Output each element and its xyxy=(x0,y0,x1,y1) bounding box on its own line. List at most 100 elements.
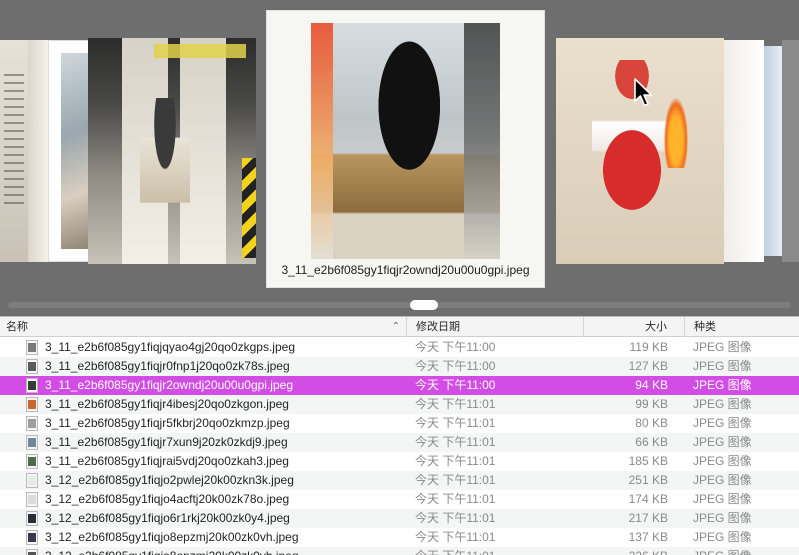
file-date: 今天 下午11:01 xyxy=(415,547,495,555)
file-name: 3_11_e2b6f085gy1fiqjr0fnp1j20qo0zk78s.jp… xyxy=(45,359,290,373)
file-date: 今天 下午11:01 xyxy=(415,511,496,525)
table-row[interactable]: 3_12_e2b6f085gy1fiqjo2pwlej20k00zkn3k.jp… xyxy=(0,471,799,490)
file-kind: JPEG 图像 xyxy=(693,397,752,411)
jpeg-file-icon xyxy=(26,454,38,469)
cover-thumbnail[interactable] xyxy=(88,38,256,264)
cover-thumbnail[interactable] xyxy=(724,40,764,262)
file-kind: JPEG 图像 xyxy=(693,416,752,430)
cover-photo-detail xyxy=(664,98,688,168)
file-thumbnail xyxy=(28,362,36,371)
file-date: 今天 下午11:00 xyxy=(415,359,496,373)
file-size: 226 KB xyxy=(583,547,668,555)
table-row[interactable]: 3_11_e2b6f085gy1fiqjr0fnp1j20qo0zk78s.jp… xyxy=(0,357,799,376)
file-kind: JPEG 图像 xyxy=(693,473,752,487)
table-row[interactable]: 3_12_e2b6f085gy1fiqjo8epzmj20k00zk0vh.jp… xyxy=(0,528,799,547)
file-name: 3_11_e2b6f085gy1fiqjrai5vdj20qo0zkah3.jp… xyxy=(45,454,289,468)
table-row[interactable]: 3_11_e2b6f085gy1fiqjr7xun9j20zk0zkdj9.jp… xyxy=(0,433,799,452)
jpeg-file-icon xyxy=(26,359,38,374)
jpeg-file-icon xyxy=(26,473,38,488)
file-kind: JPEG 图像 xyxy=(693,340,752,354)
table-row[interactable]: 3_11_e2b6f085gy1fiqjr2owndj20u00u0gpi.jp… xyxy=(0,376,799,395)
file-date: 今天 下午11:00 xyxy=(415,340,496,354)
file-list[interactable]: 3_11_e2b6f085gy1fiqjqyao4gj20qo0zkgps.jp… xyxy=(0,338,799,555)
file-size: 119 KB xyxy=(629,340,668,354)
file-thumbnail xyxy=(28,457,36,466)
file-kind: JPEG 图像 xyxy=(693,378,752,392)
jpeg-file-icon xyxy=(26,435,38,450)
file-name: 3_11_e2b6f085gy1fiqjr4ibesj20qo0zkgon.jp… xyxy=(45,397,289,411)
file-size: 174 KB xyxy=(628,492,668,506)
cover-photo-detail xyxy=(140,98,190,228)
file-thumbnail xyxy=(28,400,36,409)
file-kind: JPEG 图像 xyxy=(693,454,752,468)
column-header-name[interactable]: 名称 ⌃ xyxy=(6,317,404,337)
cover-caption: 3_11_e2b6f085gy1fiqjr2owndj20u00u0gpi.jp… xyxy=(281,263,530,277)
coverflow-scroll-thumb[interactable] xyxy=(410,300,438,310)
cover-thumbnail[interactable] xyxy=(556,38,724,264)
file-name: 3_12_e2b6f085gy1fiqjo4acftj20k00zk78o.jp… xyxy=(45,492,290,506)
file-thumbnail xyxy=(28,438,36,447)
mouse-pointer-icon xyxy=(634,78,653,107)
jpeg-file-icon xyxy=(26,530,38,545)
cover-flow[interactable]: 3_11_e2b6f085gy1fiqjr2owndj20u00u0gpi.jp… xyxy=(0,0,799,316)
file-size: 66 KB xyxy=(635,435,668,449)
file-size: 185 KB xyxy=(628,454,668,468)
column-name-label: 名称 xyxy=(6,321,28,333)
cover-thumbnail[interactable] xyxy=(28,40,48,262)
table-row[interactable]: 3_11_e2b6f085gy1fiqjr4ibesj20qo0zkgon.jp… xyxy=(0,395,799,414)
jpeg-file-icon xyxy=(26,397,38,412)
file-name: 3_12_e2b6f085gy1fiqjo6r1rkj20k00zk0y4.jp… xyxy=(45,511,290,525)
file-thumbnail xyxy=(28,495,36,504)
jpeg-file-icon xyxy=(26,416,38,431)
table-row[interactable]: 3_11_e2b6f085gy1fiqjr5fkbrj20qo0zkmzp.jp… xyxy=(0,414,799,433)
cover-photo-detail xyxy=(154,44,246,58)
table-row[interactable]: 3_11_e2b6f085gy1fiqjrai5vdj20qo0zkah3.jp… xyxy=(0,452,799,471)
jpeg-file-icon xyxy=(26,511,38,526)
file-thumbnail xyxy=(28,514,36,523)
cover-photo xyxy=(311,23,500,259)
file-name: 3_11_e2b6f085gy1fiqjr2owndj20u00u0gpi.jp… xyxy=(45,378,293,392)
column-header-size[interactable]: 大小 xyxy=(583,317,683,337)
file-size: 217 KB xyxy=(628,511,668,525)
cover-text-lines xyxy=(4,74,24,204)
jpeg-file-icon xyxy=(26,340,38,355)
file-size: 127 KB xyxy=(628,359,668,373)
cover-photo-detail xyxy=(242,158,256,258)
file-thumbnail xyxy=(28,533,36,542)
coverflow-scrollbar[interactable] xyxy=(8,302,791,308)
file-name: 3_12_e2b6f085gy1fiqjo8epzmj20k00zk0vh.jp… xyxy=(45,530,299,544)
file-name: 3_12_e2b6f085gy1fiqjo8epzmj20k00zk0vh.jp… xyxy=(45,547,299,555)
table-row[interactable]: 3_12_e2b6f085gy1fiqjo8epzmj20k00zk0vh.jp… xyxy=(0,547,799,555)
file-date: 今天 下午11:01 xyxy=(415,435,496,449)
cover-photo-detail xyxy=(592,60,672,260)
file-kind: JPEG 图像 xyxy=(693,359,752,373)
file-date: 今天 下午11:01 xyxy=(415,397,496,411)
file-size: 251 KB xyxy=(628,473,668,487)
file-kind: JPEG 图像 xyxy=(693,492,752,506)
file-name: 3_11_e2b6f085gy1fiqjr7xun9j20zk0zkdj9.jp… xyxy=(45,435,288,449)
table-row[interactable]: 3_12_e2b6f085gy1fiqjo4acftj20k00zk78o.jp… xyxy=(0,490,799,509)
file-date: 今天 下午11:01 xyxy=(415,530,496,544)
cover-thumbnail[interactable] xyxy=(782,40,799,262)
table-row[interactable]: 3_12_e2b6f085gy1fiqjo6r1rkj20k00zk0y4.jp… xyxy=(0,509,799,528)
sort-ascending-icon: ⌃ xyxy=(391,321,400,332)
file-name: 3_12_e2b6f085gy1fiqjo2pwlej20k00zkn3k.jp… xyxy=(45,473,294,487)
cover-thumbnail[interactable] xyxy=(0,40,28,262)
list-header: 名称 ⌃ 修改日期 大小 种类 xyxy=(0,316,799,337)
file-size: 80 KB xyxy=(635,416,668,430)
table-row[interactable]: 3_11_e2b6f085gy1fiqjqyao4gj20qo0zkgps.jp… xyxy=(0,338,799,357)
jpeg-file-icon xyxy=(26,378,38,393)
column-header-date[interactable]: 修改日期 xyxy=(406,317,582,337)
file-kind: JPEG 图像 xyxy=(693,435,752,449)
file-size: 94 KB xyxy=(635,378,668,392)
column-header-kind[interactable]: 种类 xyxy=(684,317,799,337)
file-kind: JPEG 图像 xyxy=(693,547,752,555)
file-thumbnail xyxy=(28,419,36,428)
file-kind: JPEG 图像 xyxy=(693,511,752,525)
file-date: 今天 下午11:01 xyxy=(415,492,496,506)
file-thumbnail xyxy=(28,476,36,485)
file-date: 今天 下午11:00 xyxy=(415,378,496,392)
cover-thumbnail[interactable] xyxy=(764,46,782,256)
file-thumbnail xyxy=(28,343,36,352)
cover-selected[interactable]: 3_11_e2b6f085gy1fiqjr2owndj20u00u0gpi.jp… xyxy=(266,10,545,288)
